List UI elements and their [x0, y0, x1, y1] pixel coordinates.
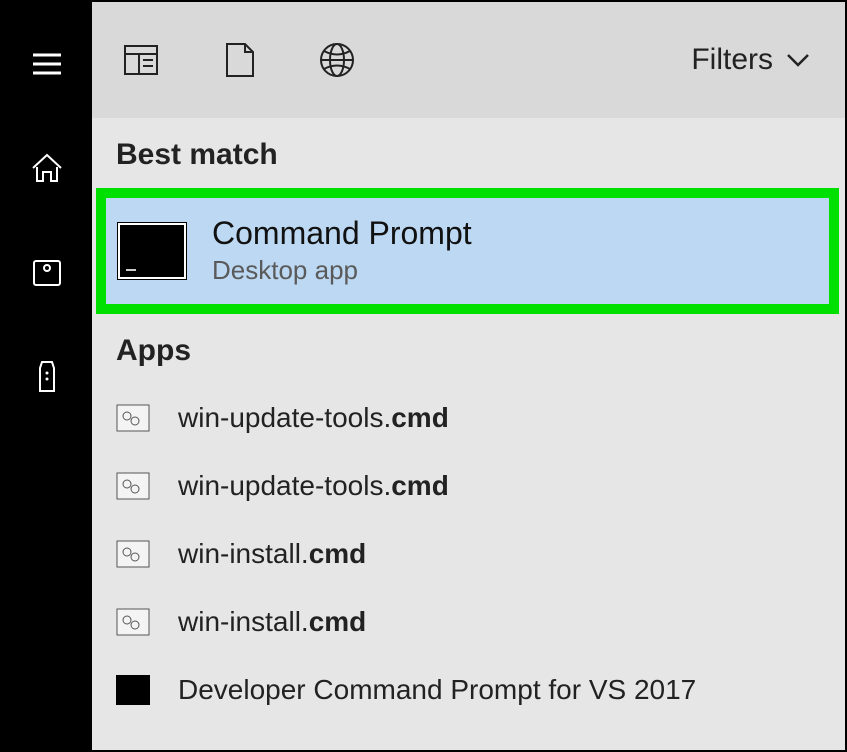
command-prompt-icon	[118, 223, 186, 279]
app-result[interactable]: win-update-tools.cmd	[92, 384, 845, 452]
app-result[interactable]: win-install.cmd	[92, 588, 845, 656]
hamburger-icon[interactable]	[23, 40, 71, 88]
best-match-title: Command Prompt	[212, 216, 472, 251]
home-icon[interactable]	[23, 144, 71, 192]
apps-list: win-update-tools.cmd win-update-tools.cm…	[92, 384, 845, 706]
filters-dropdown[interactable]: Filters	[691, 43, 817, 77]
start-sidebar	[2, 2, 92, 750]
file-icon[interactable]	[218, 39, 260, 81]
app-result[interactable]: win-update-tools.cmd	[92, 452, 845, 520]
cmd-file-icon	[116, 404, 150, 432]
app-result[interactable]: Developer Command Prompt for VS 2017	[92, 656, 845, 706]
search-results-panel: Filters Best match Command Prompt Deskto…	[92, 2, 845, 750]
start-search-panel: Filters Best match Command Prompt Deskto…	[0, 0, 847, 752]
recent-doc-icon[interactable]	[120, 39, 162, 81]
best-match-subtitle: Desktop app	[212, 255, 472, 286]
app-result-name: win-update-tools.cmd	[178, 402, 449, 434]
remote-icon[interactable]	[23, 352, 71, 400]
chevron-down-icon	[783, 45, 813, 75]
section-best-match: Best match	[92, 118, 845, 188]
section-apps: Apps	[92, 314, 845, 384]
best-match-highlight: Command Prompt Desktop app	[96, 188, 839, 314]
cmd-file-icon	[116, 540, 150, 568]
best-match-result[interactable]: Command Prompt Desktop app	[106, 198, 829, 304]
app-result-name: win-install.cmd	[178, 538, 366, 570]
cmd-file-icon	[116, 608, 150, 636]
search-topbar: Filters	[92, 2, 845, 118]
camera-icon[interactable]	[23, 248, 71, 296]
app-result-name: win-update-tools.cmd	[178, 470, 449, 502]
web-icon[interactable]	[316, 39, 358, 81]
app-result-name: win-install.cmd	[178, 606, 366, 638]
cmd-file-icon	[116, 472, 150, 500]
dev-cmd-icon	[116, 675, 150, 705]
filters-label: Filters	[691, 43, 773, 77]
app-result-name: Developer Command Prompt for VS 2017	[178, 674, 696, 706]
app-result[interactable]: win-install.cmd	[92, 520, 845, 588]
